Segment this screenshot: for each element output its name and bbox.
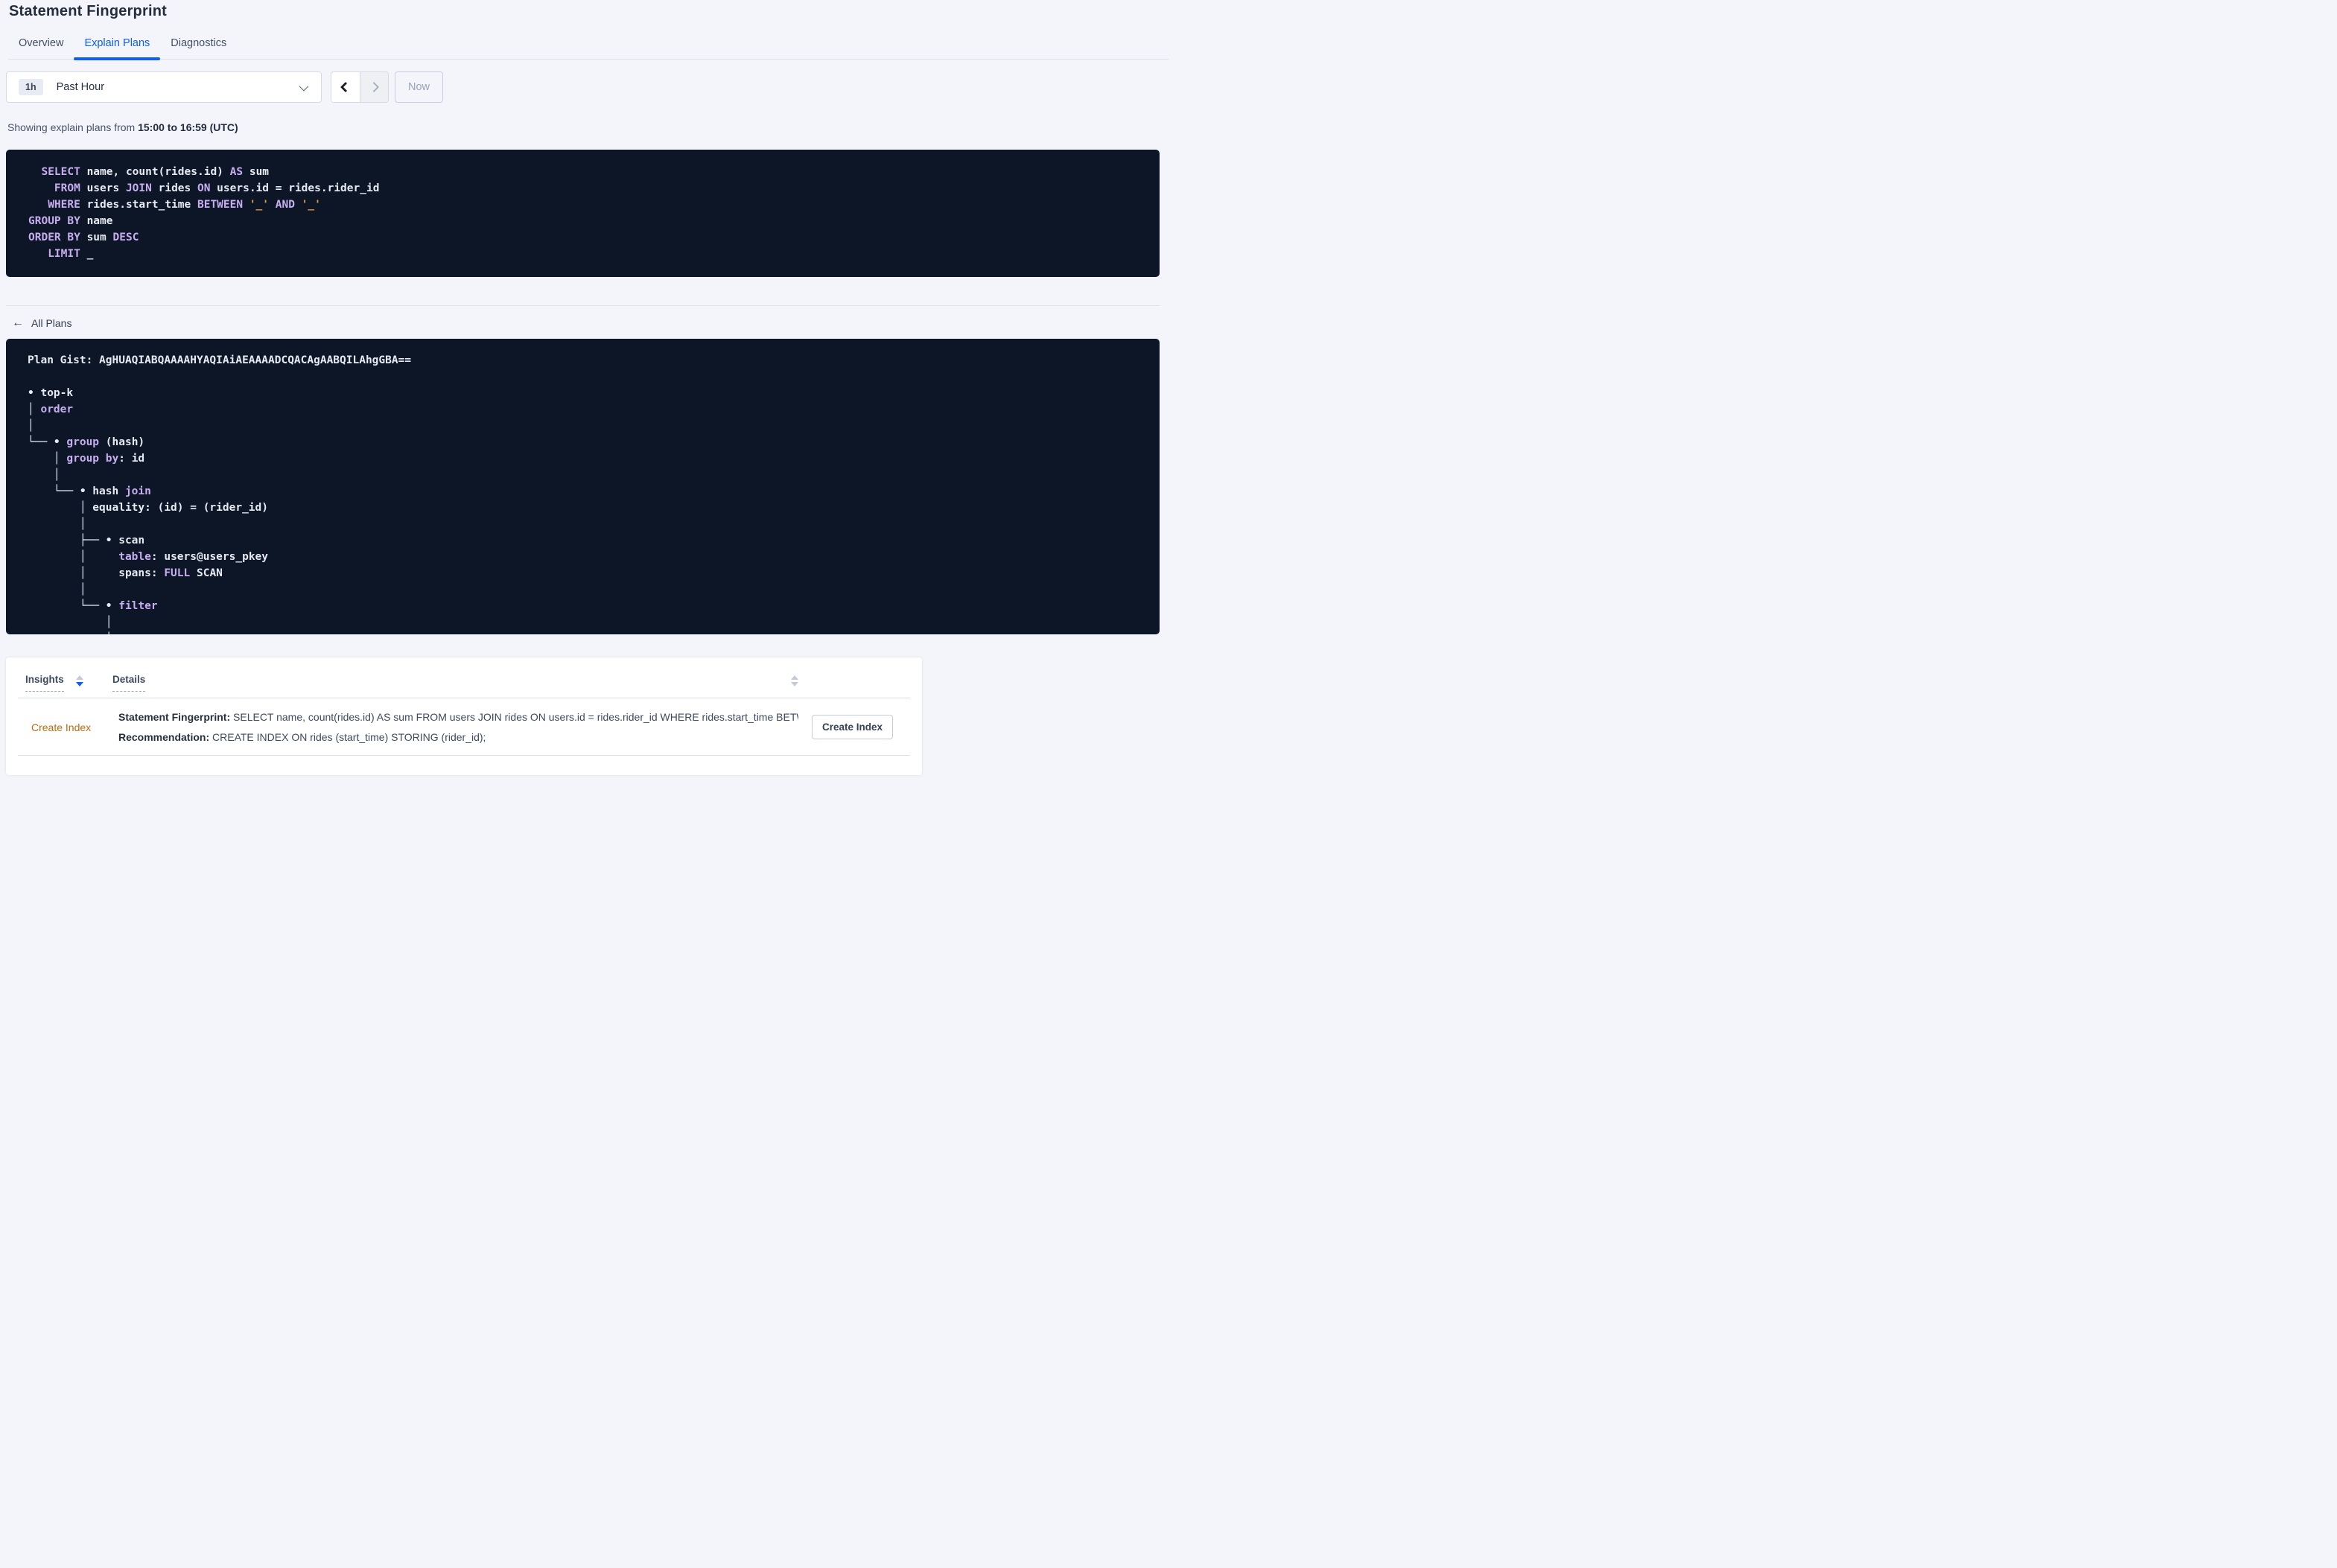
sort-icon-insights[interactable]	[75, 675, 83, 686]
tab-bar: Overview Explain Plans Diagnostics	[8, 37, 1168, 60]
statement-fingerprint-value: SELECT name, count(rides.id) AS sum FROM…	[230, 711, 798, 723]
statement-fingerprint-label: Statement Fingerprint:	[118, 711, 231, 723]
recommendation-label: Recommendation:	[118, 731, 210, 743]
sort-down-icon	[75, 681, 83, 686]
insight-type-link[interactable]: Create Index	[31, 721, 118, 733]
time-range-label: Past Hour	[56, 81, 105, 93]
plan-tree: • top-k │ order │ └── • group (hash) │ grou…	[28, 387, 269, 634]
column-header-details[interactable]: Details	[112, 674, 798, 692]
showing-range-value: 15:00 to 16:59 (UTC)	[138, 121, 238, 133]
recommendation-value: CREATE INDEX ON rides (start_time) STORI…	[209, 731, 486, 743]
table-row: Create Index Statement Fingerprint: SELE…	[6, 698, 922, 755]
all-plans-label: All Plans	[31, 317, 72, 329]
insights-table-header: Insights Details	[6, 657, 922, 692]
statement-sql-card: SELECT name, count(rides.id) AS sum FROM…	[6, 150, 1160, 277]
row-action-cell: Create Index	[811, 715, 893, 739]
showing-range-text: Showing explain plans from 15:00 to 16:5…	[7, 121, 1168, 133]
tab-diagnostics[interactable]: Diagnostics	[160, 37, 237, 59]
tab-explain-plans[interactable]: Explain Plans	[74, 37, 161, 60]
statement-fingerprint-line: Statement Fingerprint: SELECT name, coun…	[118, 711, 798, 723]
plan-gist-text: Plan Gist: AgHUAQIABQAAAAHYAQIAiAEAAAADC…	[28, 354, 412, 366]
sql-code: SELECT name, count(rides.id) AS sum FROM…	[28, 166, 380, 260]
details-column-label: Details	[112, 674, 146, 692]
insights-table: Insights Details Create Index Statement …	[6, 657, 922, 775]
plan-gist-card: Plan Gist: AgHUAQIABQAAAAHYAQIAiAEAAAADC…	[6, 339, 1160, 634]
insights-column-label: Insights	[25, 674, 64, 692]
sort-down-icon	[791, 681, 798, 686]
column-header-insights[interactable]: Insights	[25, 674, 112, 692]
chevron-down-icon	[299, 81, 309, 91]
showing-range-prefix: Showing explain plans from	[7, 121, 139, 133]
section-divider	[6, 305, 1160, 306]
insight-details-cell: Statement Fingerprint: SELECT name, coun…	[118, 711, 798, 743]
page-title: Statement Fingerprint	[9, 3, 167, 19]
sort-icon-details[interactable]	[791, 675, 798, 686]
chevron-left-icon	[340, 81, 352, 93]
recommendation-line: Recommendation: CREATE INDEX ON rides (s…	[118, 731, 798, 743]
tab-overview[interactable]: Overview	[8, 37, 74, 59]
sort-up-icon	[75, 675, 83, 680]
previous-interval-button[interactable]	[331, 72, 360, 102]
create-index-button[interactable]: Create Index	[811, 715, 893, 739]
next-interval-button[interactable]	[359, 72, 388, 102]
now-button[interactable]: Now	[395, 71, 444, 103]
time-controls: 1h Past Hour Now	[6, 71, 1168, 103]
sort-up-icon	[791, 675, 798, 680]
all-plans-link[interactable]: ← All Plans	[12, 316, 72, 330]
chevron-right-icon	[369, 81, 380, 93]
time-nav-group	[331, 71, 389, 103]
time-range-badge: 1h	[19, 79, 43, 95]
time-range-selector[interactable]: 1h Past Hour	[6, 71, 322, 103]
row-divider	[18, 755, 910, 756]
back-arrow-icon: ←	[12, 316, 24, 329]
